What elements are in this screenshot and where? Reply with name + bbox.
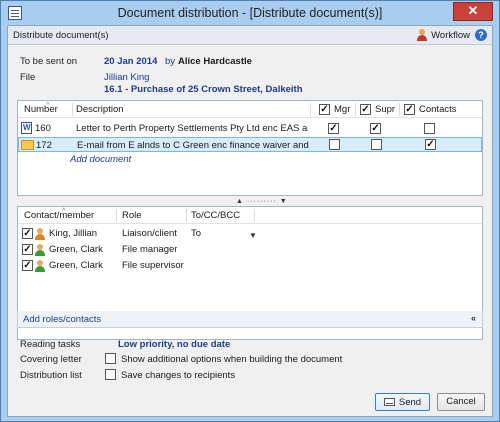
header-strip: Distribute document(s) Workflow ?	[8, 26, 492, 45]
table-row-selected[interactable]: 172 E-mail from E alnds to C Green enc f…	[18, 137, 482, 152]
sent-on-date[interactable]: 20 Jan 2014	[104, 56, 157, 67]
send-button[interactable]: Send	[375, 393, 430, 411]
supr-checkbox[interactable]	[371, 139, 382, 150]
help-icon[interactable]: ?	[475, 29, 487, 41]
dialog-body: Distribute document(s) Workflow ? To be …	[7, 25, 493, 417]
email-icon	[21, 140, 34, 150]
documents-header: ^ Number Description ✓ Mgr ✓ Supr ✓ Cont…	[18, 101, 482, 118]
mgr-checkbox[interactable]: ✓	[328, 123, 339, 134]
cancel-button[interactable]: Cancel	[437, 393, 485, 411]
column-divider	[355, 103, 356, 116]
column-role[interactable]: Role	[122, 210, 142, 221]
add-document-link[interactable]: Add document	[70, 154, 131, 165]
contact-role: Liaison/client	[122, 228, 177, 239]
contacts-checkbox[interactable]	[424, 123, 435, 134]
column-to-cc-bcc[interactable]: To/CC/BCC	[191, 210, 240, 221]
recipient-checkbox[interactable]: ✓	[22, 260, 33, 271]
contact-role: File supervisor	[122, 260, 184, 271]
doc-number: 172	[36, 140, 52, 151]
save-recipients-label[interactable]: Save changes to recipients	[121, 370, 235, 381]
doc-description: E-mail from E alnds to C Green enc finan…	[77, 140, 309, 151]
recipient-checkbox[interactable]: ✓	[22, 244, 33, 255]
add-roles-strip: Add roles/contacts «	[17, 311, 483, 328]
show-options-label[interactable]: Show additional options when building th…	[121, 354, 342, 365]
column-divider	[186, 209, 187, 222]
contacts-header-checkbox[interactable]: ✓	[404, 104, 415, 115]
column-divider	[310, 103, 311, 116]
column-divider	[72, 103, 73, 116]
column-contacts: Contacts	[419, 104, 457, 115]
send-label: Send	[398, 396, 422, 408]
title-bar[interactable]: Document distribution - [Distribute docu…	[1, 1, 499, 25]
column-mgr: Mgr	[334, 104, 351, 115]
contact-name: King, Jillian	[49, 228, 98, 239]
save-recipients-checkbox[interactable]	[105, 369, 116, 380]
collapse-icon[interactable]: «	[471, 313, 476, 323]
column-divider	[116, 209, 117, 222]
by-label: by	[165, 56, 176, 67]
window-title: Document distribution - [Distribute docu…	[117, 6, 383, 20]
reading-tasks-label: Reading tasks	[20, 339, 81, 350]
column-description[interactable]: Description	[76, 104, 124, 115]
contacts-checkbox[interactable]: ✓	[425, 139, 436, 150]
file-label: File	[20, 72, 36, 83]
sort-caret-icon: ^	[62, 208, 66, 215]
contact-name: Green, Clark	[49, 260, 103, 271]
word-document-icon	[21, 122, 32, 134]
distribution-list-label: Distribution list	[20, 370, 82, 381]
column-supr: Supr	[375, 104, 396, 115]
mgr-header-checkbox[interactable]: ✓	[319, 104, 330, 115]
staff-person-icon	[35, 260, 45, 272]
column-number[interactable]: ^ Number	[24, 102, 58, 115]
table-row[interactable]: 160 Letter to Perth Property Settlements…	[18, 121, 482, 136]
show-options-checkbox[interactable]	[105, 353, 116, 364]
chevron-down-icon: ▼	[249, 231, 257, 239]
dialog-window: Document distribution - [Distribute docu…	[0, 0, 500, 422]
mgr-checkbox[interactable]	[329, 139, 340, 150]
covering-letter-label: Covering letter	[20, 354, 82, 365]
by-person[interactable]: Alice Hardcastle	[178, 56, 252, 67]
column-contact-member[interactable]: ^ Contact/member	[24, 208, 94, 221]
reading-tasks-value[interactable]: Low priority, no due date	[118, 339, 230, 350]
doc-number: 160	[35, 123, 51, 134]
to-cc-select[interactable]: To ▼	[191, 228, 257, 239]
workflow-label: Workflow	[431, 29, 470, 41]
pane-splitter[interactable]: ▲ ········· ▼	[8, 197, 492, 205]
contact-role: File manager	[122, 244, 178, 255]
documents-grid: ^ Number Description ✓ Mgr ✓ Supr ✓ Cont…	[17, 100, 483, 196]
splitter-grip-icon[interactable]: ▲ ········· ▼	[236, 198, 288, 205]
supr-checkbox[interactable]: ✓	[370, 123, 381, 134]
column-divider	[399, 103, 400, 116]
supr-header-checkbox[interactable]: ✓	[360, 104, 371, 115]
list-item[interactable]: ✓ Green, Clark File supervisor	[18, 259, 482, 275]
envelope-icon	[383, 398, 395, 406]
column-divider	[254, 209, 255, 222]
sort-caret-icon: ^	[46, 102, 50, 109]
list-item[interactable]: ✓ King, Jillian Liaison/client To ▼	[18, 227, 482, 243]
doc-description: Letter to Perth Property Settlements Pty…	[76, 123, 308, 134]
staff-person-icon	[35, 244, 45, 256]
client-person-icon	[35, 228, 45, 240]
file-matter[interactable]: 16.1 - Purchase of 25 Crown Street, Dalk…	[104, 84, 303, 95]
header-title: Distribute document(s)	[13, 30, 109, 41]
contact-name: Green, Clark	[49, 244, 103, 255]
workflow-person-icon	[417, 29, 428, 41]
close-button[interactable]: ✕	[453, 2, 493, 21]
contacts-header: ^ Contact/member Role To/CC/BCC	[18, 207, 482, 224]
file-client[interactable]: Jillian King	[104, 72, 149, 83]
sent-on-label: To be sent on	[20, 56, 78, 67]
workflow-button[interactable]: Workflow	[417, 29, 470, 41]
list-item[interactable]: ✓ Green, Clark File manager	[18, 243, 482, 259]
recipient-checkbox[interactable]: ✓	[22, 228, 33, 239]
add-roles-contacts-link[interactable]: Add roles/contacts	[23, 314, 101, 325]
